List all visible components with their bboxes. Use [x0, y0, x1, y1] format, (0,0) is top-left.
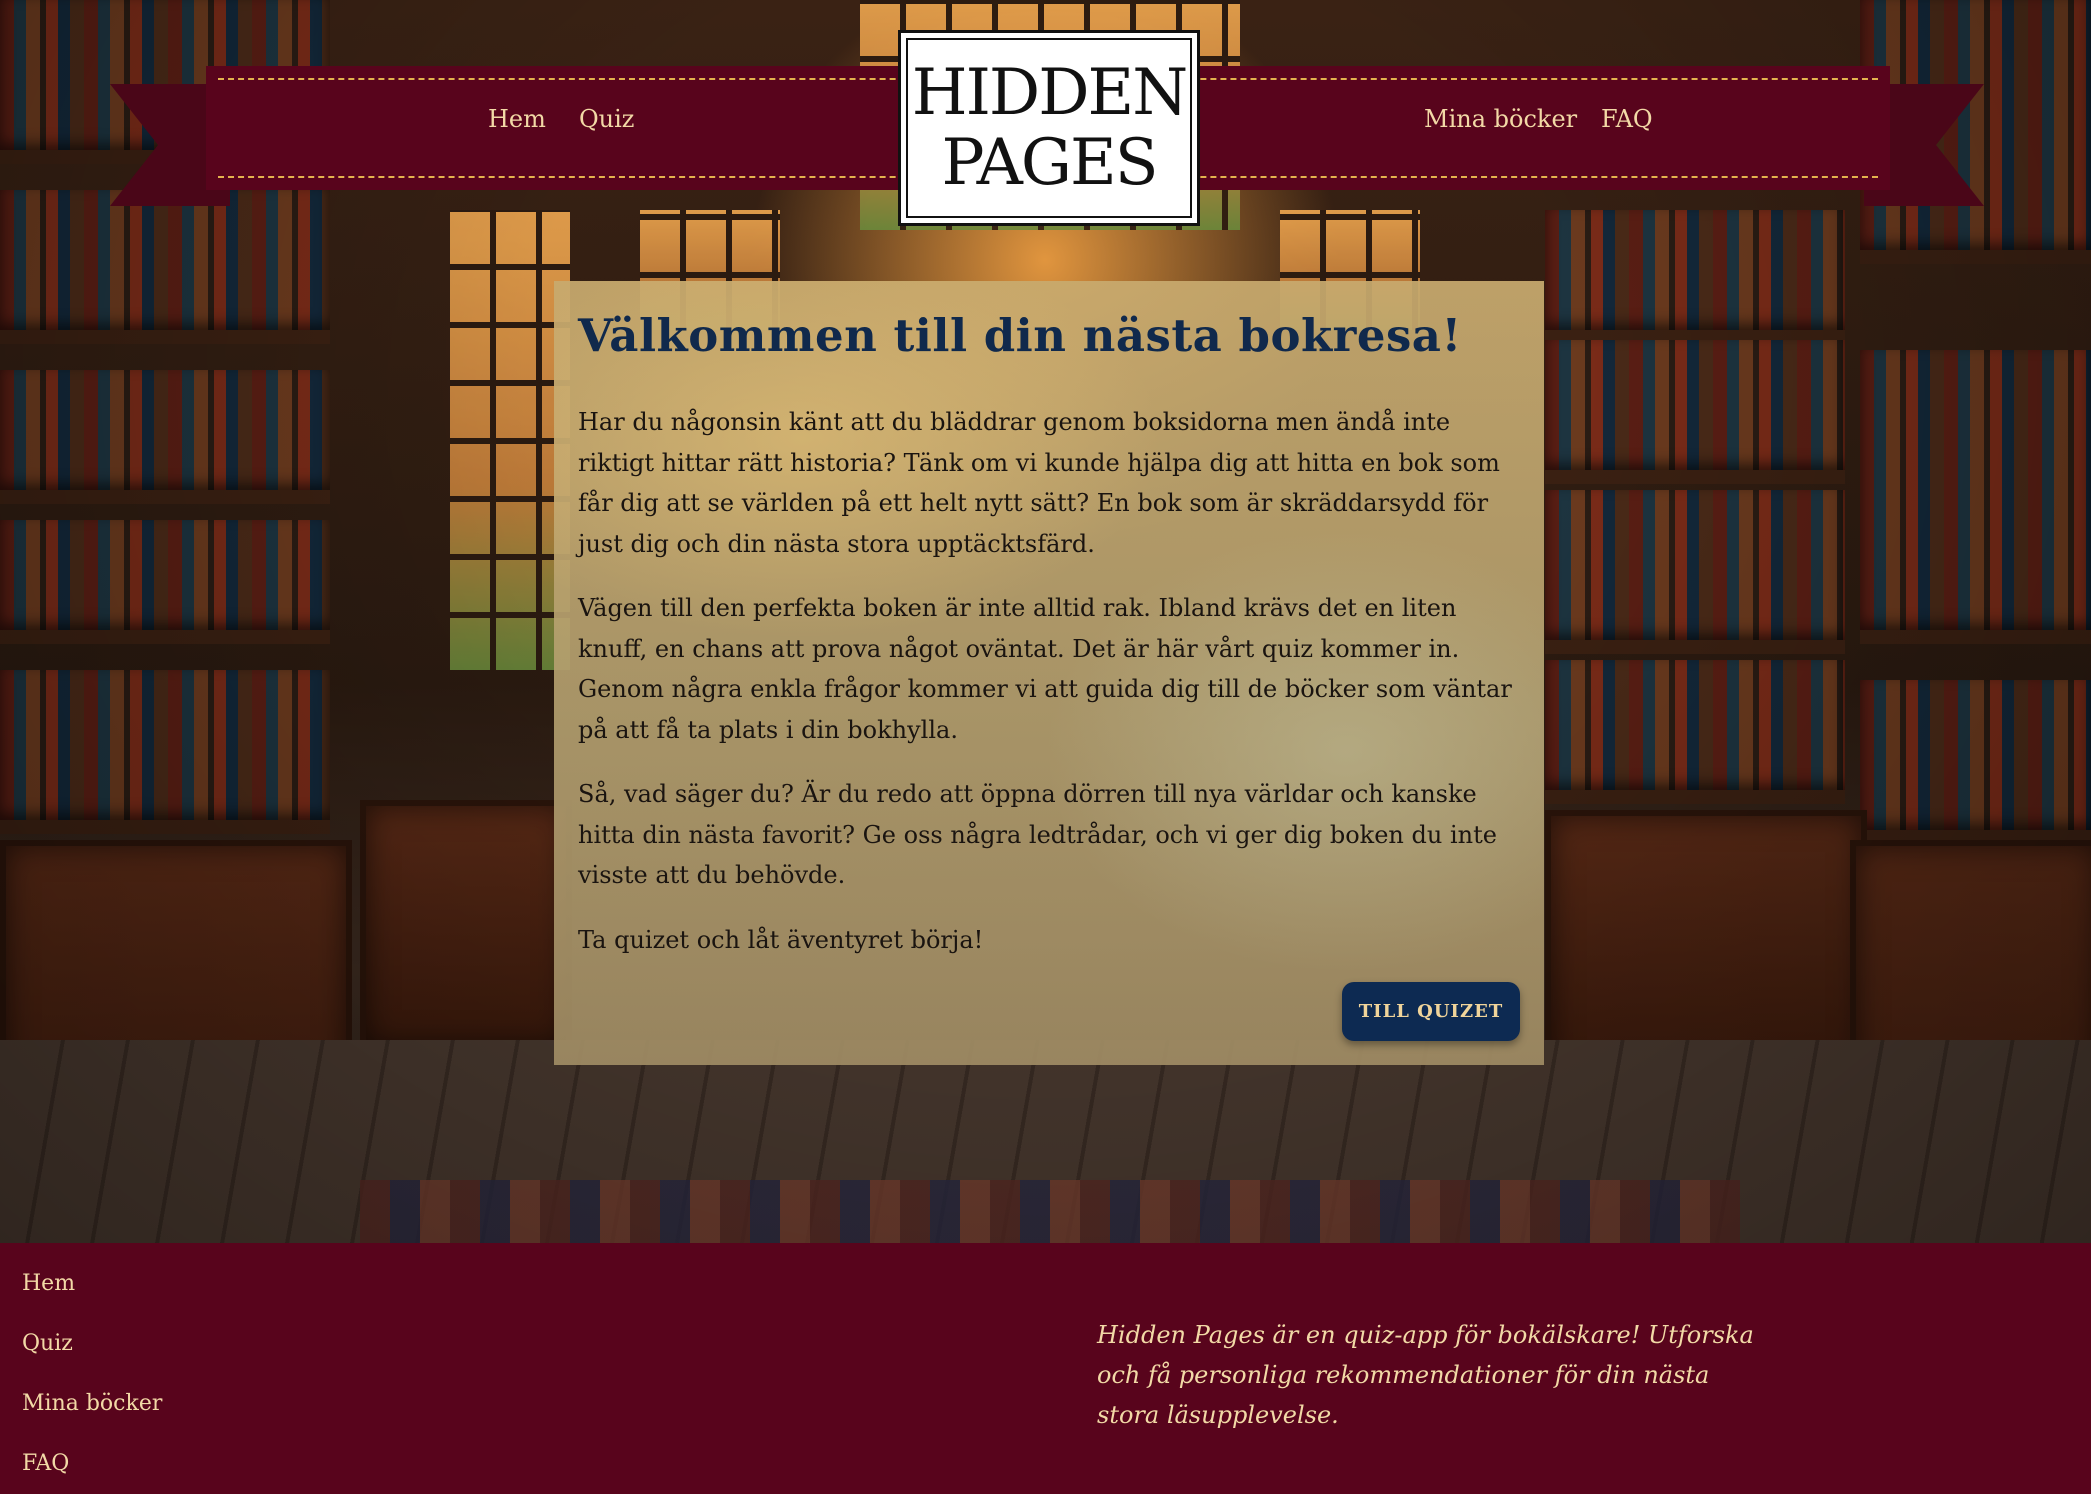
nav-link-hem[interactable]: Hem [488, 107, 546, 131]
logo-line-pages: PAGES [941, 126, 1158, 200]
intro-paragraph-1: Har du någonsin känt att du bläddrar gen… [578, 408, 1500, 558]
footer-link-faq[interactable]: FAQ [22, 1453, 69, 1475]
footer-link-quiz[interactable]: Quiz [22, 1333, 73, 1355]
footer-link-mina-bocker[interactable]: Mina böcker [22, 1393, 162, 1415]
intro-paragraph-3: Så, vad säger du? Är du redo att öppna d… [578, 780, 1497, 889]
site-logo[interactable]: HIDDEN PAGES [898, 30, 1200, 226]
footer-about-text: Hidden Pages är en quiz-app för bokälska… [1097, 1321, 1754, 1429]
footer-link-hem[interactable]: Hem [22, 1273, 75, 1295]
logo-line-hidden: HIDDEN [911, 56, 1188, 130]
page-title: Välkommen till din nästa bokresa! [578, 309, 1462, 362]
welcome-card: Välkommen till din nästa bokresa! Har du… [554, 281, 1544, 1065]
intro-paragraph-2: Vägen till den perfekta boken är inte al… [578, 594, 1512, 744]
nav-link-quiz[interactable]: Quiz [579, 107, 634, 131]
footer: Hem Quiz Mina böcker FAQ Hidden Pages är… [0, 1243, 2091, 1494]
intro-paragraph-4: Ta quizet och låt äventyret börja! [578, 925, 984, 954]
to-quiz-button[interactable]: TILL QUIZET [1342, 982, 1520, 1041]
nav-link-faq[interactable]: FAQ [1601, 107, 1653, 131]
nav-link-mina-bocker[interactable]: Mina böcker [1424, 107, 1577, 131]
